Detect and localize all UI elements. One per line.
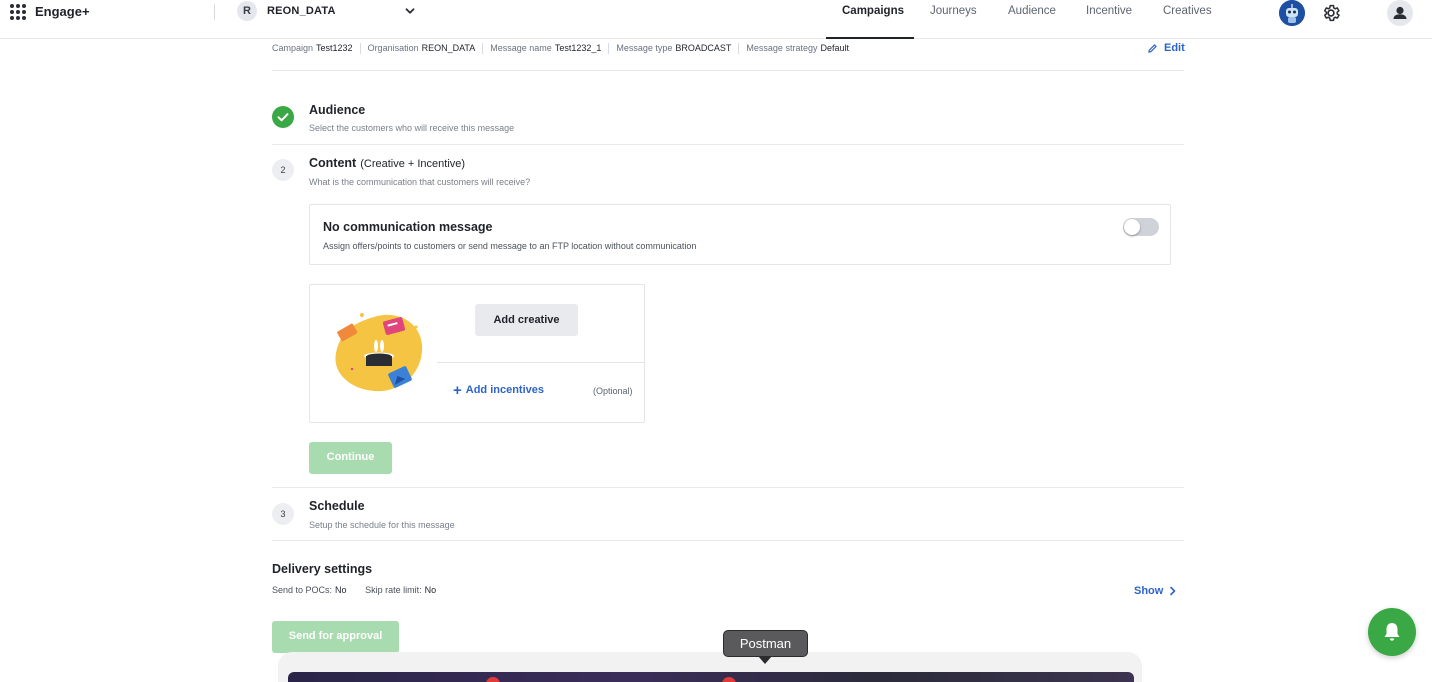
step-audience-title[interactable]: Audience xyxy=(309,103,365,117)
step-schedule-subtitle: Setup the schedule for this message xyxy=(309,520,455,530)
no-communication-title: No communication message xyxy=(323,220,493,234)
top-bar: Engage+ R REON_DATA Campaigns Journeys A… xyxy=(0,0,1432,39)
organisation-label: Organisation xyxy=(367,43,419,53)
edit-button[interactable]: Edit xyxy=(1147,42,1185,54)
no-communication-card: No communication message Assign offers/p… xyxy=(309,204,1171,265)
org-selector-label[interactable]: REON_DATA xyxy=(267,5,336,17)
campaign-value: Test1232 xyxy=(316,43,353,53)
step-number-badge: 2 xyxy=(272,159,294,181)
divider xyxy=(738,42,740,54)
campaign-label: Campaign xyxy=(272,43,314,53)
assistant-bot-icon[interactable] xyxy=(1279,0,1305,26)
os-dock xyxy=(288,672,1134,682)
add-incentives-button[interactable]: + Add incentives xyxy=(453,381,545,399)
organisation-value: REON_DATA xyxy=(421,43,476,53)
plus-icon: + xyxy=(453,381,462,399)
send-for-approval-button[interactable]: Send for approval xyxy=(272,621,399,653)
step-content-title: Content (Creative + Incentive) xyxy=(309,156,465,170)
add-incentives-label: Add incentives xyxy=(465,384,545,396)
add-creative-button[interactable]: Add creative xyxy=(475,304,578,336)
no-communication-toggle[interactable] xyxy=(1123,218,1159,236)
send-to-pocs-label: Send to POCs: xyxy=(272,585,333,595)
message-name-value: Test1232_1 xyxy=(554,43,602,53)
dock-app-icon[interactable] xyxy=(722,677,736,682)
app-grid-icon[interactable] xyxy=(10,4,26,20)
divider xyxy=(359,42,361,54)
no-communication-subtitle: Assign offers/points to customers or sen… xyxy=(323,241,697,251)
show-delivery-settings-button[interactable]: Show xyxy=(1134,585,1177,597)
pencil-icon xyxy=(1148,43,1157,53)
notification-button[interactable] xyxy=(1368,608,1416,656)
tooltip-tail xyxy=(758,656,772,664)
tab-campaigns[interactable]: Campaigns xyxy=(842,5,904,17)
brand-name[interactable]: Engage+ xyxy=(35,4,90,19)
step-content-title-text: Content xyxy=(309,156,357,170)
tab-audience[interactable]: Audience xyxy=(1008,5,1056,17)
optional-label: (Optional) xyxy=(593,386,633,396)
tab-journeys[interactable]: Journeys xyxy=(930,5,977,17)
dock-tooltip: Postman xyxy=(723,630,808,657)
divider xyxy=(272,540,1184,541)
campaign-meta: Campaign Test1232 Organisation REON_DATA… xyxy=(272,41,849,55)
message-strategy-label: Message strategy xyxy=(746,43,818,53)
message-type-label: Message type xyxy=(616,43,673,53)
step-content-suffix: (Creative + Incentive) xyxy=(360,158,466,170)
step-number-badge: 3 xyxy=(272,503,294,525)
bell-icon xyxy=(1384,623,1400,641)
continue-button[interactable]: Continue xyxy=(309,442,392,474)
app-root: Engage+ R REON_DATA Campaigns Journeys A… xyxy=(0,0,1432,682)
tab-creatives[interactable]: Creatives xyxy=(1163,5,1212,17)
divider xyxy=(272,144,1184,145)
user-avatar-icon[interactable] xyxy=(1387,0,1413,26)
message-name-label: Message name xyxy=(490,43,552,53)
tab-incentive[interactable]: Incentive xyxy=(1086,5,1132,17)
chevron-right-icon xyxy=(1170,586,1176,596)
step-complete-check-icon xyxy=(272,106,294,128)
show-label: Show xyxy=(1134,585,1164,597)
skip-rate-limit-label: Skip rate limit: xyxy=(365,585,422,595)
toggle-knob xyxy=(1124,219,1140,235)
send-to-pocs-value: No xyxy=(335,585,347,595)
chevron-down-icon[interactable] xyxy=(404,5,416,17)
active-tab-indicator xyxy=(826,37,914,39)
settings-gear-icon[interactable] xyxy=(1321,3,1341,23)
divider xyxy=(272,487,1184,488)
divider xyxy=(608,42,610,54)
message-type-value: BROADCAST xyxy=(675,43,732,53)
step-schedule-title[interactable]: Schedule xyxy=(309,499,365,513)
divider xyxy=(214,4,215,20)
delivery-settings-title: Delivery settings xyxy=(272,562,373,576)
step-content-subtitle: What is the communication that customers… xyxy=(309,177,531,187)
dock-app-icon[interactable] xyxy=(486,677,500,682)
step-audience-subtitle: Select the customers who will receive th… xyxy=(309,123,515,133)
message-strategy-value: Default xyxy=(820,43,849,53)
creative-card: Add creative + Add incentives (Optional) xyxy=(309,284,645,423)
org-avatar[interactable]: R xyxy=(237,1,257,21)
edit-label: Edit xyxy=(1164,42,1185,54)
divider xyxy=(437,362,645,363)
skip-rate-limit-value: No xyxy=(424,585,437,595)
creative-illustration xyxy=(335,313,423,392)
divider xyxy=(272,70,1184,71)
delivery-settings-summary: Send to POCs: No Skip rate limit: No xyxy=(272,585,452,595)
divider xyxy=(482,42,484,54)
